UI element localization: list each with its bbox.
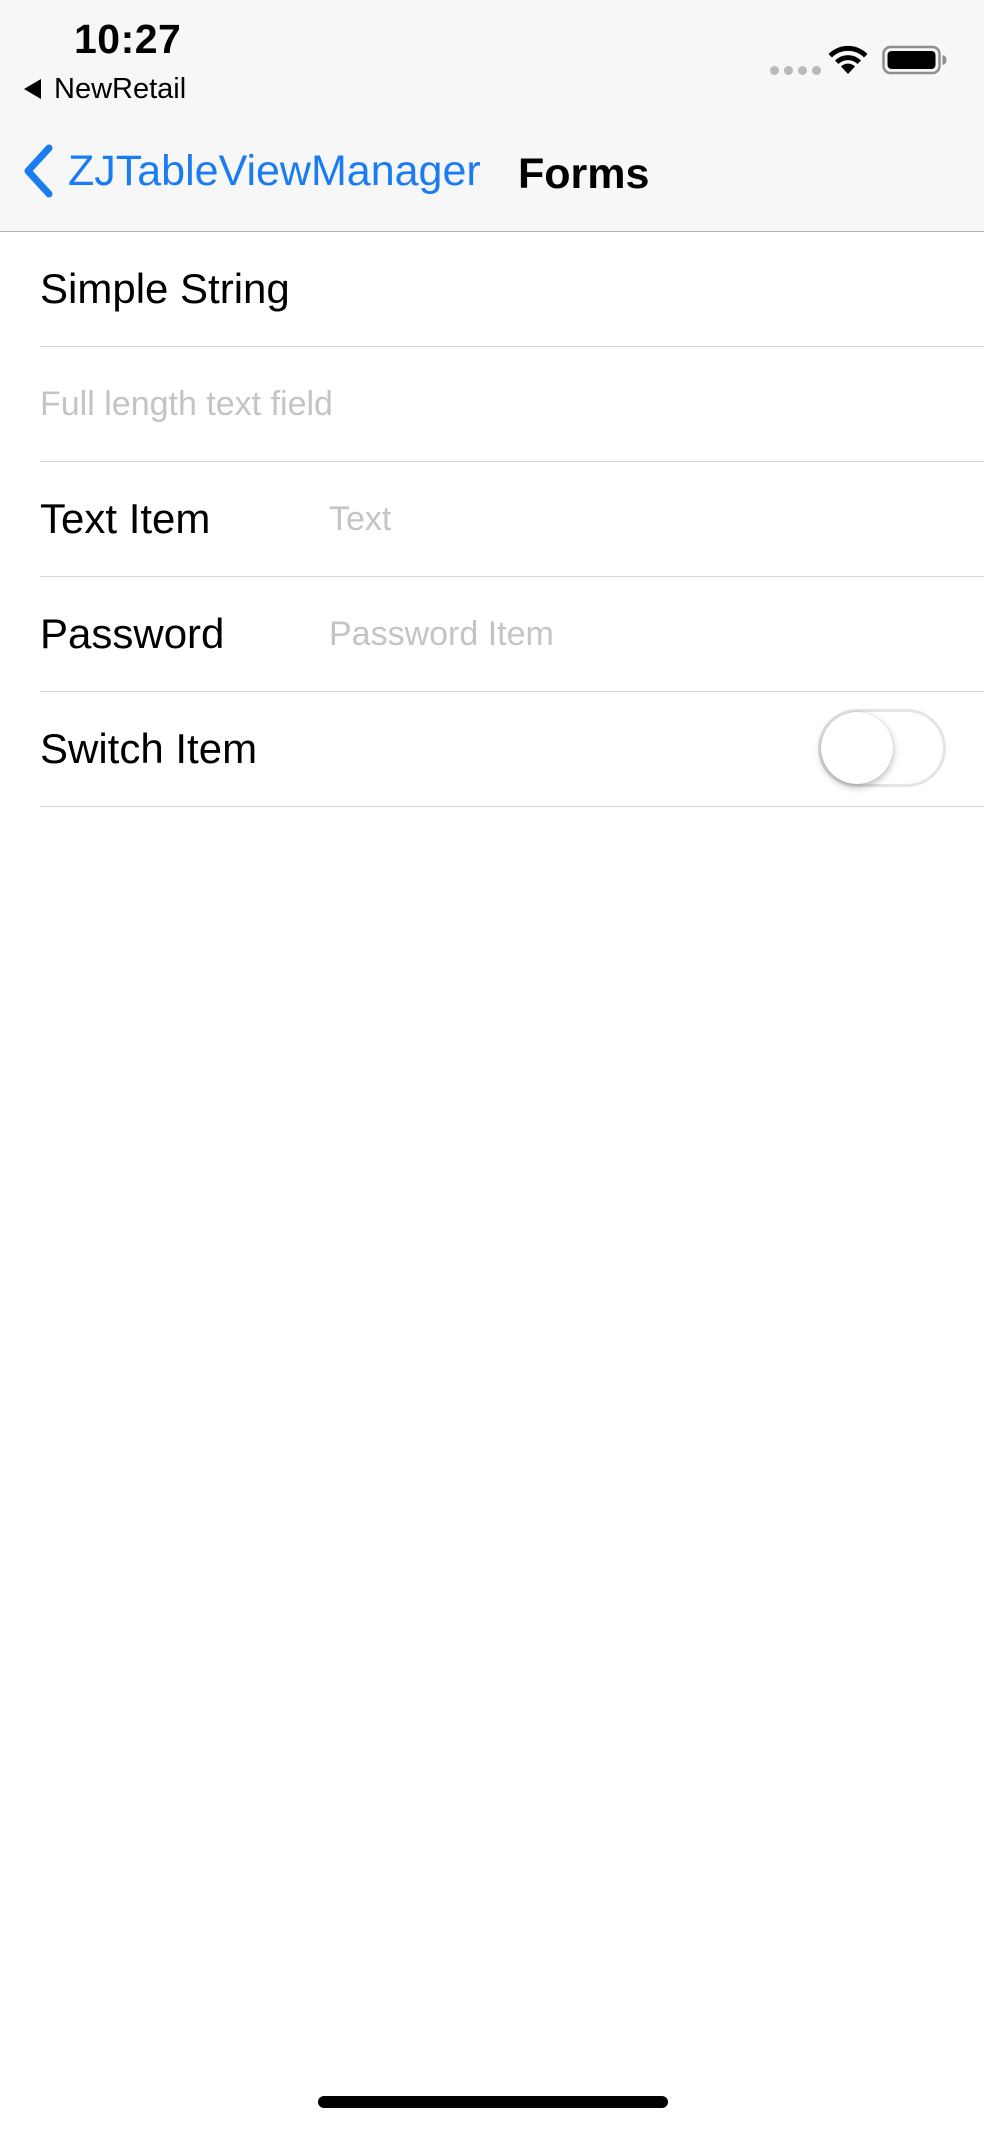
signal-dots-icon [770, 66, 821, 75]
switch-toggle[interactable] [818, 709, 946, 787]
chevron-left-icon [24, 144, 53, 198]
wifi-icon [828, 45, 868, 74]
text-item-input[interactable] [329, 462, 929, 576]
table-row-text-item: Text Item [40, 462, 984, 577]
row-label: Text Item [40, 495, 211, 542]
row-label: Simple String [40, 265, 290, 312]
back-triangle-icon [24, 79, 41, 99]
row-label: Switch Item [40, 725, 258, 772]
status-back-app-label: NewRetail [54, 72, 187, 105]
full-length-text-input[interactable] [40, 347, 940, 461]
home-indicator[interactable] [318, 2096, 668, 2108]
row-label: Password [40, 610, 225, 657]
table-row-switch-item: Switch Item [40, 692, 984, 807]
table-row-full-text-field [40, 347, 984, 462]
table-row-simple-string[interactable]: Simple String [40, 232, 984, 347]
table-row-password: Password [40, 577, 984, 692]
navigation-bar: ZJTableViewManager Forms [0, 108, 984, 232]
form-table: Simple String Text Item Password Switch … [0, 232, 984, 807]
nav-back-button[interactable]: ZJTableViewManager [22, 144, 481, 198]
switch-knob [821, 712, 893, 784]
nav-title: Forms [518, 150, 650, 198]
status-time: 10:27 [74, 16, 182, 62]
battery-icon [882, 45, 947, 75]
nav-back-label: ZJTableViewManager [68, 146, 481, 195]
status-back-to-app[interactable]: NewRetail [24, 72, 186, 106]
status-bar: 10:27 NewRetail [0, 0, 984, 108]
password-input[interactable] [329, 577, 929, 691]
